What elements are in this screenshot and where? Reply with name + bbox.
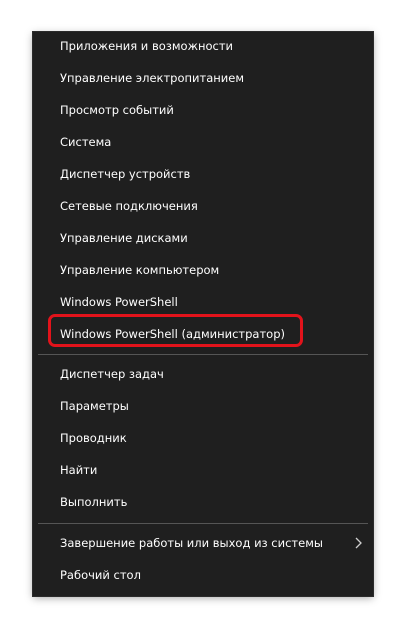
menu-item-label: Управление электропитанием	[60, 71, 244, 85]
menu-item-powershell[interactable]: Windows PowerShell	[33, 286, 373, 318]
menu-item-powershell-admin[interactable]: Windows PowerShell (администратор)	[33, 318, 373, 350]
menu-item-system[interactable]: Система	[33, 126, 373, 158]
menu-item-label: Управление дисками	[60, 231, 188, 245]
menu-item-computer-management[interactable]: Управление компьютером	[33, 254, 373, 286]
menu-item-run[interactable]: Выполнить	[33, 486, 373, 518]
menu-item-disk-management[interactable]: Управление дисками	[33, 222, 373, 254]
menu-item-apps-and-features[interactable]: Приложения и возможности	[33, 30, 373, 62]
menu-item-file-explorer[interactable]: Проводник	[33, 422, 373, 454]
menu-item-label: Завершение работы или выход из системы	[60, 536, 323, 550]
menu-item-label: Параметры	[60, 399, 129, 413]
winx-context-menu: Приложения и возможности Управление элек…	[33, 32, 373, 596]
menu-item-label: Рабочий стол	[60, 568, 141, 582]
menu-item-label: Приложения и возможности	[60, 39, 233, 53]
menu-item-label: Диспетчер задач	[60, 367, 164, 381]
menu-item-label: Проводник	[60, 431, 127, 445]
menu-item-event-viewer[interactable]: Просмотр событий	[33, 94, 373, 126]
menu-item-label: Найти	[60, 463, 98, 477]
menu-separator	[38, 523, 368, 524]
menu-item-settings[interactable]: Параметры	[33, 390, 373, 422]
menu-item-task-manager[interactable]: Диспетчер задач	[33, 358, 373, 390]
menu-item-shut-down-or-sign-out[interactable]: Завершение работы или выход из системы	[33, 527, 373, 559]
chevron-right-icon	[355, 537, 362, 549]
menu-item-label: Windows PowerShell (администратор)	[60, 327, 285, 341]
menu-item-desktop[interactable]: Рабочий стол	[33, 559, 373, 591]
menu-item-label: Сетевые подключения	[60, 199, 198, 213]
menu-item-label: Управление компьютером	[60, 263, 220, 277]
menu-item-label: Диспетчер устройств	[60, 167, 191, 181]
menu-item-label: Просмотр событий	[60, 103, 174, 117]
menu-item-label: Система	[60, 135, 112, 149]
menu-item-search[interactable]: Найти	[33, 454, 373, 486]
menu-item-device-manager[interactable]: Диспетчер устройств	[33, 158, 373, 190]
menu-item-network-connections[interactable]: Сетевые подключения	[33, 190, 373, 222]
menu-item-label: Выполнить	[60, 495, 128, 509]
menu-item-power-options[interactable]: Управление электропитанием	[33, 62, 373, 94]
menu-item-label: Windows PowerShell	[60, 295, 178, 309]
menu-separator	[38, 354, 368, 355]
